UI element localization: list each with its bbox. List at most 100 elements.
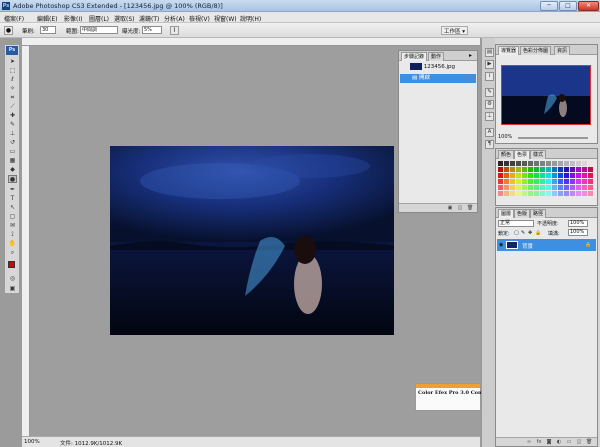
color-swatch[interactable]	[570, 161, 575, 166]
color-swatch[interactable]	[510, 167, 515, 172]
color-swatch[interactable]	[576, 167, 581, 172]
history-brush-tool-icon[interactable]: ↺	[8, 139, 17, 147]
dodge-tool-icon[interactable]: ●	[8, 175, 17, 183]
color-efex-window[interactable]: Color Efex Pro 3.0 Complete	[415, 383, 497, 411]
color-swatch[interactable]	[576, 185, 581, 190]
tab-styles[interactable]: 樣式	[530, 150, 547, 159]
menu-help[interactable]: 說明(H)	[240, 14, 261, 23]
color-swatch[interactable]	[564, 161, 569, 166]
color-swatch[interactable]	[522, 161, 527, 166]
color-swatch[interactable]	[516, 185, 521, 190]
color-swatch[interactable]	[564, 185, 569, 190]
color-swatch[interactable]	[498, 191, 503, 196]
color-swatch[interactable]	[582, 179, 587, 184]
color-swatch[interactable]	[576, 173, 581, 178]
color-swatch[interactable]	[570, 179, 575, 184]
color-swatch[interactable]	[588, 191, 593, 196]
tab-navigator[interactable]: 導覽器	[498, 46, 520, 55]
eraser-tool-icon[interactable]: ▭	[8, 148, 17, 156]
magic-wand-tool-icon[interactable]: ✧	[8, 85, 17, 93]
color-swatch[interactable]	[516, 179, 521, 184]
color-swatch[interactable]	[528, 191, 533, 196]
color-swatch[interactable]	[546, 167, 551, 172]
color-swatch[interactable]	[498, 167, 503, 172]
tab-swatches[interactable]: 色票	[514, 150, 531, 159]
lock-position-icon[interactable]: ✥	[528, 230, 532, 236]
color-swatch[interactable]	[522, 185, 527, 190]
color-swatch[interactable]	[534, 179, 539, 184]
color-swatch[interactable]	[540, 161, 545, 166]
color-swatch[interactable]	[522, 173, 527, 178]
color-swatch[interactable]	[534, 185, 539, 190]
color-swatch[interactable]	[570, 173, 575, 178]
color-swatch[interactable]	[558, 179, 563, 184]
color-swatch[interactable]	[558, 191, 563, 196]
color-swatch[interactable]	[552, 185, 557, 190]
color-swatch[interactable]	[534, 191, 539, 196]
tab-color[interactable]: 顏色	[498, 150, 515, 159]
layer-row-background[interactable]: ◉ 背景 🔒	[497, 239, 596, 251]
zoom-level[interactable]: 100%	[24, 439, 40, 445]
tab-actions[interactable]: 動作	[428, 52, 445, 61]
new-layer-icon[interactable]: ◫	[576, 439, 582, 445]
color-swatch[interactable]	[546, 185, 551, 190]
minimize-button[interactable]: ─	[540, 1, 558, 11]
menu-view[interactable]: 檢視(V)	[189, 14, 210, 23]
color-swatch[interactable]	[546, 161, 551, 166]
color-swatch[interactable]	[528, 161, 533, 166]
color-swatch[interactable]	[570, 191, 575, 196]
color-swatch[interactable]	[564, 179, 569, 184]
color-swatch[interactable]	[540, 191, 545, 196]
color-swatch[interactable]	[498, 185, 503, 190]
screen-mode-icon[interactable]: ▣	[8, 285, 17, 293]
color-swatch[interactable]	[588, 179, 593, 184]
zoom-tool-icon[interactable]: ⌕	[8, 249, 17, 257]
navigator-thumbnail[interactable]	[501, 65, 591, 125]
color-swatch[interactable]	[516, 191, 521, 196]
maximize-button[interactable]: □	[559, 1, 577, 11]
panel-menu-icon[interactable]: ▸	[469, 52, 472, 59]
link-layers-icon[interactable]: ∞	[526, 439, 532, 445]
clone-stamp-tool-icon[interactable]: ⊥	[8, 130, 17, 138]
workspace-button[interactable]: 工作區 ▾	[441, 26, 469, 35]
color-swatch[interactable]	[498, 179, 503, 184]
color-swatch[interactable]	[534, 167, 539, 172]
color-swatch[interactable]	[546, 173, 551, 178]
blur-tool-icon[interactable]: ◆	[8, 166, 17, 174]
notes-tool-icon[interactable]: ✉	[8, 222, 17, 230]
new-group-icon[interactable]: ▭	[566, 439, 572, 445]
color-swatch[interactable]	[564, 191, 569, 196]
color-swatch[interactable]	[516, 167, 521, 172]
color-swatch[interactable]	[546, 191, 551, 196]
color-swatch[interactable]	[528, 167, 533, 172]
color-swatch[interactable]	[534, 173, 539, 178]
history-step[interactable]: ▤ 開啟	[400, 74, 476, 83]
color-swatch[interactable]	[498, 161, 503, 166]
shape-tool-icon[interactable]: ▢	[8, 213, 17, 221]
layer-visibility-eye-icon[interactable]: ◉	[499, 242, 503, 248]
dock-tool-presets-icon[interactable]: ⚙	[485, 100, 494, 109]
new-snapshot-icon[interactable]: ◫	[457, 205, 463, 211]
menu-file[interactable]: 檔案(F)	[4, 14, 24, 23]
color-swatch[interactable]	[582, 185, 587, 190]
dock-actions-icon[interactable]: ▶	[485, 60, 494, 69]
color-swatch[interactable]	[540, 185, 545, 190]
color-swatch[interactable]	[558, 161, 563, 166]
color-swatch[interactable]	[522, 167, 527, 172]
color-swatch[interactable]	[552, 161, 557, 166]
color-swatch[interactable]	[540, 167, 545, 172]
slice-tool-icon[interactable]: ⟋	[8, 103, 17, 111]
document-image[interactable]	[110, 146, 394, 335]
tab-paths[interactable]: 路徑	[530, 209, 547, 218]
tab-channels[interactable]: 色版	[514, 209, 531, 218]
tab-info[interactable]: 資訊	[554, 46, 571, 55]
color-swatch[interactable]	[516, 173, 521, 178]
color-swatch[interactable]	[582, 173, 587, 178]
color-swatch[interactable]	[504, 167, 509, 172]
dock-history-icon[interactable]: ▤	[485, 48, 494, 57]
color-swatch[interactable]	[552, 191, 557, 196]
color-swatch[interactable]	[588, 173, 593, 178]
dock-brushes-icon[interactable]: ✎	[485, 88, 494, 97]
dock-clone-source-icon[interactable]: ⊥	[485, 112, 494, 121]
color-swatch[interactable]	[522, 179, 527, 184]
